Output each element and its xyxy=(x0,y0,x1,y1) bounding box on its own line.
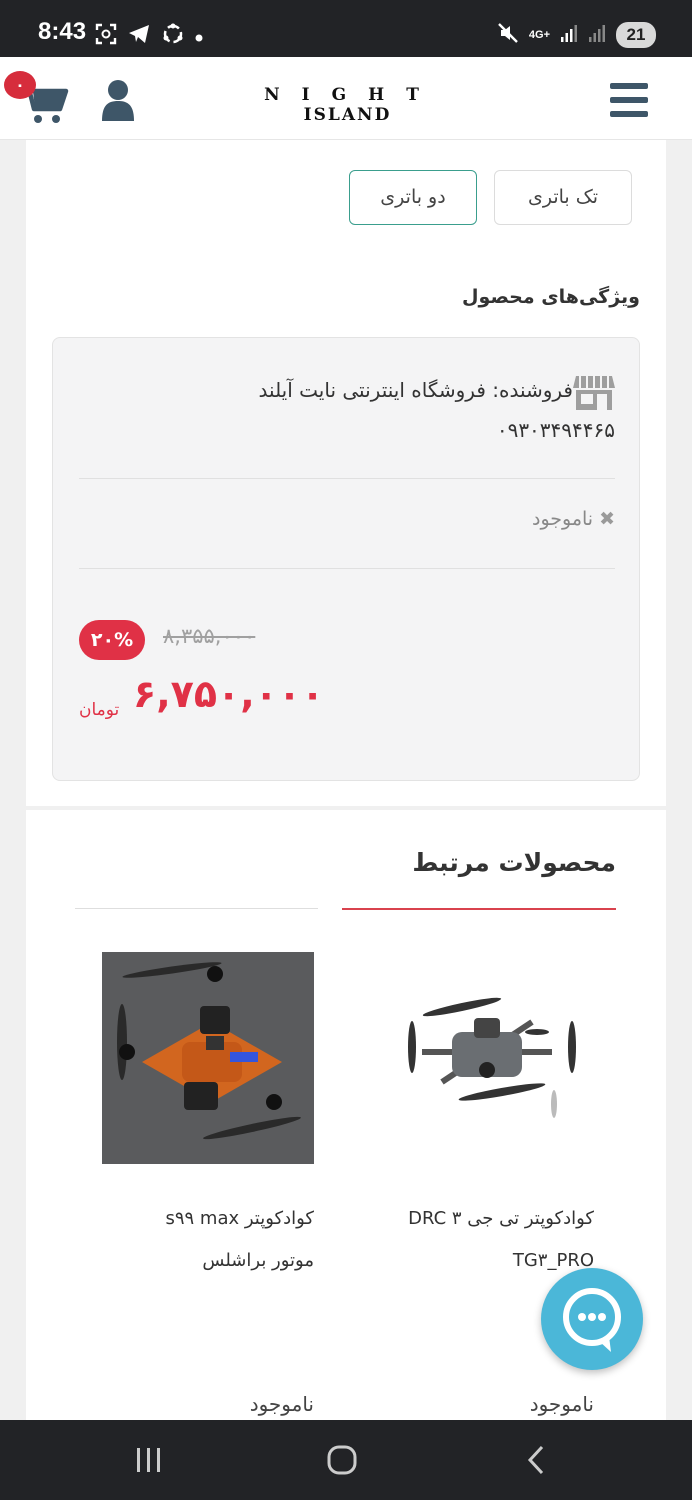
title-underline xyxy=(342,908,616,910)
new-price: ۶,۷۵۰,۰۰۰ xyxy=(133,672,325,716)
status-time: 8:43 xyxy=(38,18,87,45)
recents-icon[interactable] xyxy=(134,1444,164,1480)
features-title: ویژگی‌های محصول xyxy=(462,286,640,308)
divider xyxy=(79,478,615,479)
related-product-card[interactable]: کوادکوپتر s۹۹ max موتور براشلس ناموجود xyxy=(102,952,314,1416)
chat-button[interactable] xyxy=(541,1268,643,1370)
old-price: ۸,۳۵۵,۰۰۰ xyxy=(163,624,256,648)
signal-icon xyxy=(560,24,578,46)
product-name[interactable]: کوادکوپتر s۹۹ max موتور براشلس xyxy=(102,1198,314,1282)
related-product-card[interactable]: کوادکوپتر تی جی ۳ DRC TG۳_PRO ناموجود xyxy=(382,952,594,1416)
product-name-line2: موتور براشلس xyxy=(202,1250,314,1271)
battery-icon: 21 xyxy=(616,22,656,48)
site-header: ۰ NIGHT ISLAND xyxy=(0,57,692,140)
discount-badge: ۲۰% xyxy=(79,620,145,660)
back-icon[interactable] xyxy=(522,1444,552,1480)
user-icon[interactable] xyxy=(100,79,136,125)
screenshot-icon xyxy=(95,23,117,49)
menu-icon[interactable] xyxy=(610,83,648,121)
home-icon[interactable] xyxy=(326,1444,358,1480)
product-stock: ناموجود xyxy=(529,1392,594,1416)
close-icon: ✖ xyxy=(599,508,615,530)
product-info-card: تک باتری دو باتری ویژگی‌های محصول فروشند… xyxy=(26,140,666,806)
seller-name: فروشنده: فروشگاه اینترنتی نایت آیلند xyxy=(258,378,573,402)
status-bar: 8:43 4G+ 21 xyxy=(0,0,692,57)
seller-phone: ۰۹۳۰۳۴۹۴۴۶۵ xyxy=(496,418,615,442)
divider xyxy=(79,568,615,569)
mute-icon xyxy=(497,22,519,48)
product-name-line1: کوادکوپتر تی جی ۳ DRC xyxy=(408,1208,594,1229)
seller-box: فروشنده: فروشگاه اینترنتی نایت آیلند ۰۹۳… xyxy=(52,337,640,781)
network-type: 4G+ xyxy=(528,29,550,41)
logo-line1: NIGHT xyxy=(264,85,441,105)
dot-icon xyxy=(195,27,203,46)
product-image[interactable] xyxy=(382,952,594,1164)
cart-count-badge: ۰ xyxy=(4,71,36,99)
divider xyxy=(75,908,318,909)
sync-icon xyxy=(161,22,185,50)
signal-icon xyxy=(588,24,606,46)
option-single-battery[interactable]: تک باتری xyxy=(494,170,632,225)
stock-status-label: ناموجود xyxy=(531,508,594,530)
chat-icon xyxy=(541,1288,643,1374)
related-title: محصولات مرتبط xyxy=(412,848,616,877)
product-image[interactable] xyxy=(102,952,314,1164)
system-nav-bar xyxy=(0,1420,692,1500)
cart-icon xyxy=(18,82,70,129)
currency-label: تومان xyxy=(79,700,120,720)
option-double-battery[interactable]: دو باتری xyxy=(349,170,477,225)
store-icon xyxy=(573,374,615,416)
product-stock: ناموجود xyxy=(249,1392,314,1416)
logo-line2: ISLAND xyxy=(303,105,392,125)
site-logo[interactable]: NIGHT ISLAND xyxy=(225,85,470,125)
stock-status: ✖ناموجود xyxy=(532,508,615,530)
product-name-line1: کوادکوپتر s۹۹ max xyxy=(165,1208,314,1229)
cart-button[interactable]: ۰ xyxy=(4,71,70,129)
telegram-icon xyxy=(127,23,151,49)
